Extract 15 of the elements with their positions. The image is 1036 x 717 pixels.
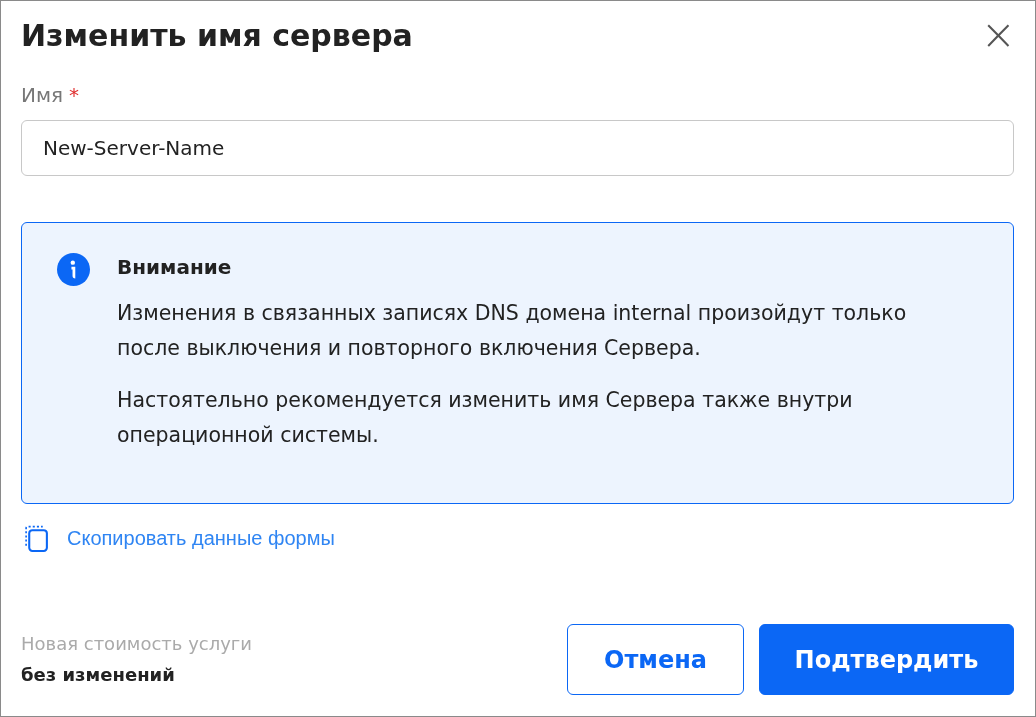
required-mark: *: [69, 83, 80, 107]
field-label: Имя: [21, 83, 64, 107]
price-label: Новая стоимость услуги: [21, 633, 252, 654]
dialog-title: Изменить имя сервера: [21, 17, 413, 53]
notice-text: Изменения в связанных записях DNS домена internal произойдут только после выключения и повторного включения Сервера.: [117, 300, 908, 362]
confirm-button[interactable]: Подтвердить: [759, 624, 1014, 695]
cancel-button[interactable]: Отмена: [567, 624, 744, 695]
notice-text: Настоятельно рекомендуется изменить имя Сервера также внутри операционной системы.: [117, 387, 854, 449]
close-button[interactable]: ×: [980, 14, 1016, 56]
copy-form-data-link[interactable]: Скопировать данные формы: [67, 527, 335, 550]
copy-icon: [24, 525, 49, 552]
notice-title: Внимание: [117, 255, 233, 279]
price-value: без изменений: [21, 664, 176, 685]
info-icon: [57, 253, 90, 286]
name-input-field[interactable]: New-Server-Name: [21, 120, 1014, 176]
